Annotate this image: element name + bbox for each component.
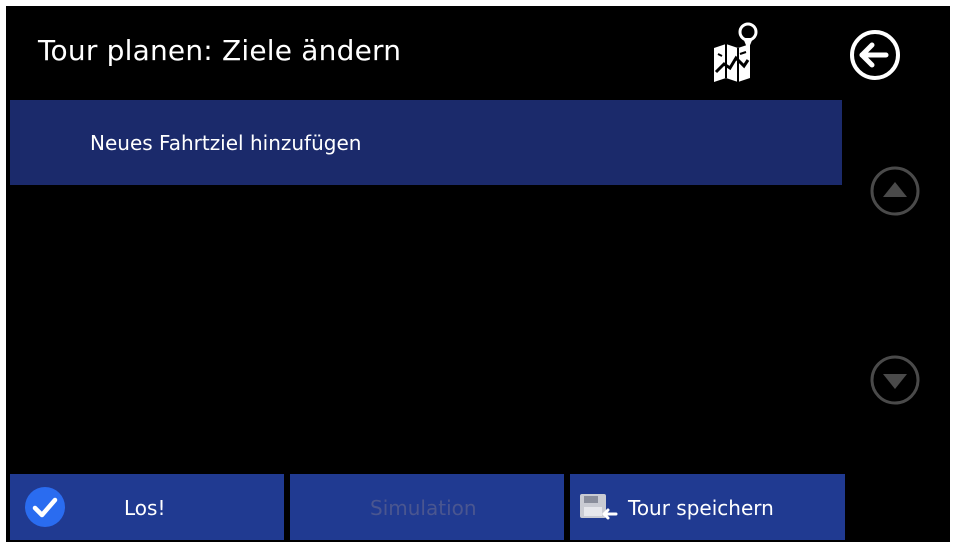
go-button-label: Los! <box>124 496 166 520</box>
back-button[interactable] <box>848 28 902 82</box>
save-tour-button[interactable]: Tour speichern <box>570 474 845 540</box>
scroll-down-button[interactable] <box>868 353 922 407</box>
tour-planner-screen: Tour planen: Ziele ändern Neues Fahrtzie… <box>6 6 950 542</box>
scroll-down-icon <box>870 355 920 405</box>
simulation-button[interactable]: Simulation <box>290 474 564 540</box>
map-pin-icon[interactable] <box>710 20 762 84</box>
simulation-button-label: Simulation <box>370 496 477 520</box>
list-item-label: Neues Fahrtziel hinzufügen <box>90 131 362 155</box>
list-item-add-destination[interactable]: Neues Fahrtziel hinzufügen <box>10 100 842 185</box>
save-tour-button-label: Tour speichern <box>628 496 774 520</box>
back-arrow-icon <box>850 30 900 80</box>
save-tour-icon <box>580 494 618 520</box>
scroll-up-button[interactable] <box>868 164 922 218</box>
go-button[interactable]: Los! <box>10 474 284 540</box>
scroll-up-icon <box>870 166 920 216</box>
page-title: Tour planen: Ziele ändern <box>38 34 402 67</box>
check-icon <box>25 487 65 527</box>
